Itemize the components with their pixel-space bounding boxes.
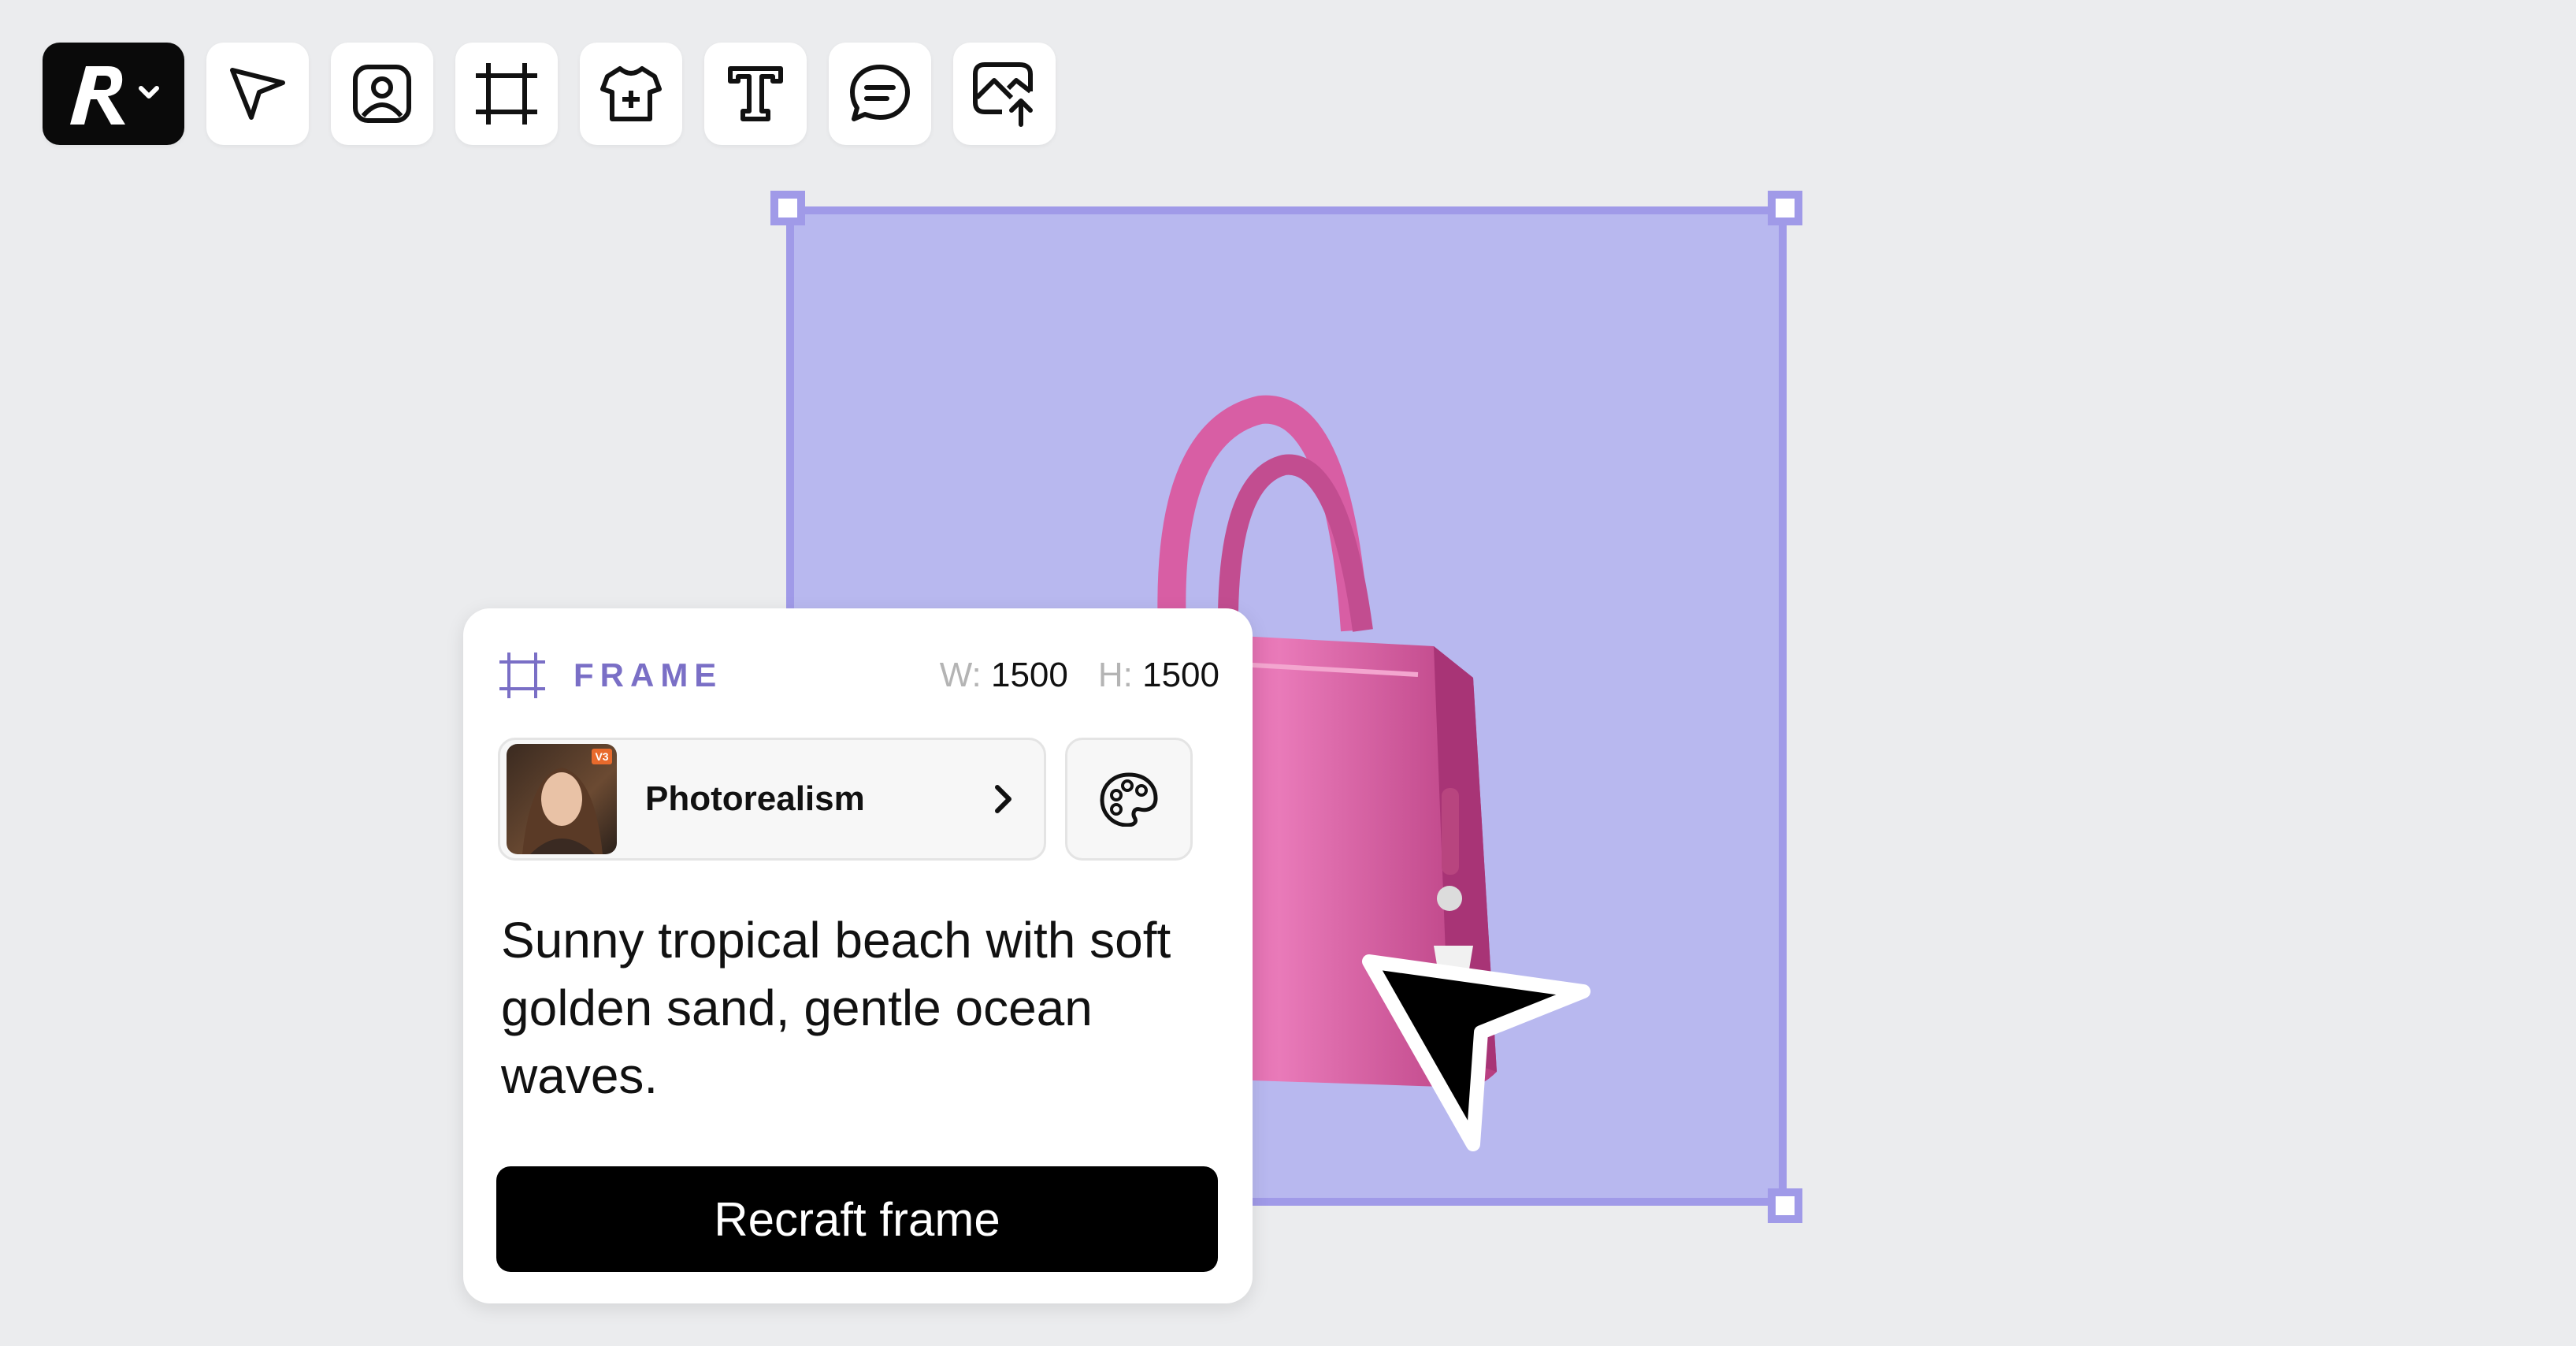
portrait-image-icon	[353, 65, 411, 123]
text-t-icon	[728, 66, 783, 121]
frame-crop-icon	[476, 63, 537, 125]
recraft-frame-button[interactable]: Recraft frame	[496, 1166, 1218, 1272]
height-label: H:	[1097, 656, 1133, 694]
panel-title: FRAME	[573, 656, 723, 693]
style-row: V3 Photorealism	[498, 738, 1193, 861]
select-tool-button[interactable]	[206, 43, 309, 145]
pointer-icon	[230, 68, 285, 120]
height-value: 1500	[1142, 656, 1219, 694]
image-upload-icon	[973, 62, 1033, 127]
comment-tool-button[interactable]	[829, 43, 931, 145]
frame-panel: FRAME W: 1500 H: 1500 V3 Photorealism Su…	[463, 608, 1253, 1303]
version-badge: V3	[595, 750, 608, 763]
frame-crop-icon	[499, 653, 545, 698]
prompt-text[interactable]: Sunny tropical beach with soft golden sa…	[501, 906, 1210, 1110]
chevron-right-icon	[995, 785, 1011, 813]
width-value: 1500	[990, 656, 1068, 694]
app-menu-button[interactable]	[43, 43, 184, 145]
upload-tool-button[interactable]	[953, 43, 1056, 145]
frame-handle-top-right[interactable]	[1768, 191, 1802, 225]
color-palette-button[interactable]	[1065, 738, 1193, 861]
frame-height[interactable]: H: 1500	[1098, 656, 1219, 695]
mockup-tool-button[interactable]	[580, 43, 682, 145]
palette-icon	[1100, 772, 1158, 827]
frame-handle-top-left[interactable]	[770, 191, 805, 225]
chat-bubble-icon	[850, 65, 910, 121]
cursor-pointer-icon	[1362, 954, 1591, 1151]
width-label: W:	[939, 656, 982, 694]
style-selector-button[interactable]: V3 Photorealism	[498, 738, 1046, 861]
recraft-logo-icon	[70, 66, 159, 125]
panel-header: FRAME W: 1500 H: 1500	[498, 648, 1219, 703]
frame-dimensions: W: 1500 H: 1500	[940, 656, 1219, 695]
frame-width[interactable]: W: 1500	[940, 656, 1068, 695]
image-tool-button[interactable]	[331, 43, 433, 145]
portrait-thumbnail-image: V3	[522, 749, 612, 854]
text-tool-button[interactable]	[704, 43, 807, 145]
style-name: Photorealism	[645, 779, 865, 818]
frame-handle-bottom-right[interactable]	[1768, 1188, 1802, 1223]
style-thumbnail: V3	[507, 744, 617, 854]
frame-tool-button[interactable]	[455, 43, 558, 145]
toolbar	[43, 43, 1056, 145]
tshirt-plus-icon	[600, 66, 662, 121]
